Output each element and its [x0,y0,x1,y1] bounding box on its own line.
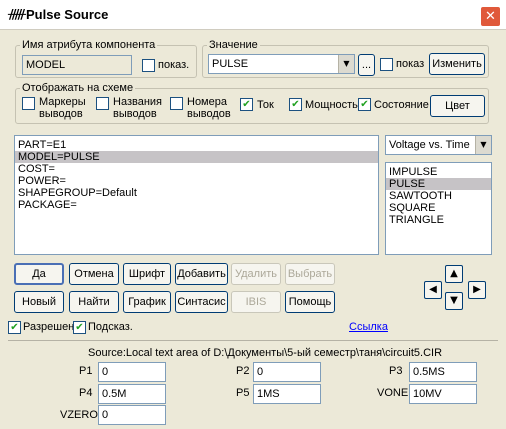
vone-field[interactable]: 10MV [409,384,477,404]
p5-field[interactable]: 1MS [253,384,321,404]
p4-label: P4 [79,387,93,399]
power-label: Мощность [305,99,358,111]
attribute-show-label: показ. [158,59,190,71]
power-checkbox[interactable]: ✔ [289,98,302,111]
list-item[interactable]: COST= [15,163,378,175]
value-dropdown[interactable]: PULSE [208,54,355,74]
p5-label: P5 [236,387,250,399]
link-reference[interactable]: Ссылка [349,321,388,333]
chevron-down-icon[interactable]: ▼ [475,136,491,154]
syntax-button[interactable]: Синтасис [175,291,228,313]
p4-field[interactable]: 0.5M [98,384,166,404]
vzero-field[interactable]: 0 [98,405,166,425]
p2-label: P2 [236,365,250,377]
move-up-icon[interactable]: ▲ [445,265,463,283]
waveform-item[interactable]: TRIANGLE [386,214,491,226]
waveform-item[interactable]: SQUARE [386,202,491,214]
pin-numbers-label: Номера выводов [187,96,231,120]
separator [8,340,498,341]
display-group-label: Отображать на схеме [20,82,136,94]
vzero-label: VZERO [60,409,98,421]
move-left-icon[interactable]: ◀ [424,281,442,299]
enabled-checkbox[interactable]: ✔ [8,321,21,334]
p2-field[interactable]: 0 [253,362,321,382]
attribute-name-group-label: Имя атрибута компонента [20,39,158,51]
pin-numbers-checkbox[interactable] [170,97,183,110]
pin-names-label: Названия выводов [113,96,162,120]
value-dropdown-text: PULSE [212,58,249,70]
vone-label: VONE [377,387,409,399]
enabled-label: Разрешен [23,321,75,333]
list-item-selected[interactable]: MODEL=PULSE [15,151,378,163]
list-item[interactable]: SHAPEGROUP=Default [15,187,378,199]
component-icon: ᚏ [8,7,26,22]
plot-type-text: Voltage vs. Time [389,139,470,151]
change-button[interactable]: Изменить [429,53,485,75]
close-button[interactable]: ✕ [480,6,501,27]
window-title: Pulse Source [26,7,109,22]
pin-markers-label: Маркеры выводов [39,96,86,120]
list-item[interactable]: PART=E1 [15,139,378,151]
select-button[interactable]: Выбрать [285,263,335,285]
move-down-icon[interactable]: ▼ [445,292,463,310]
add-button[interactable]: Добавить [175,263,228,285]
p3-field[interactable]: 0.5MS [409,362,477,382]
help-button[interactable]: Помощь [285,291,335,313]
value-group-label: Значение [207,39,260,51]
browse-button[interactable]: ... [358,54,375,76]
waveform-item[interactable]: IMPULSE [386,166,491,178]
attribute-name-field[interactable]: MODEL [22,55,132,75]
p1-label: P1 [79,365,93,377]
new-button[interactable]: Новый [14,291,64,313]
p1-field[interactable]: 0 [98,362,166,382]
current-label: Ток [257,99,274,111]
hints-label: Подсказ. [88,321,133,333]
waveform-list[interactable]: IMPULSE PULSE SAWTOOTH SQUARE TRIANGLE [385,162,492,255]
waveform-item[interactable]: SAWTOOTH [386,190,491,202]
cancel-button[interactable]: Отмена [69,263,119,285]
ok-button[interactable]: Да [14,263,64,285]
pin-names-checkbox[interactable] [96,97,109,110]
current-checkbox[interactable]: ✔ [240,98,253,111]
pulse-source-dialog: ᚏ Pulse Source ✕ Имя атрибута компонента… [0,0,506,429]
plot-button[interactable]: График [123,291,171,313]
chevron-down-icon[interactable]: ▼ [338,55,354,73]
source-text: Source:Local text area of D:\Документы\5… [88,347,443,359]
move-right-icon[interactable]: ▶ [468,281,486,299]
p3-label: P3 [389,365,403,377]
attributes-list[interactable]: PART=E1 MODEL=PULSE COST= POWER= SHAPEGR… [14,135,379,255]
color-button[interactable]: Цвет [430,95,485,117]
title-bar[interactable]: ᚏ Pulse Source ✕ [0,0,506,30]
pin-markers-checkbox[interactable] [22,97,35,110]
list-item[interactable]: PACKAGE= [15,199,378,211]
ibis-button[interactable]: IBIS [231,291,281,313]
state-label: Состояние [374,99,429,111]
font-button[interactable]: Шрифт [123,263,171,285]
value-show-checkbox[interactable] [380,58,393,71]
list-item[interactable]: POWER= [15,175,378,187]
hints-checkbox[interactable]: ✔ [73,321,86,334]
state-checkbox[interactable]: ✔ [358,98,371,111]
waveform-item-selected[interactable]: PULSE [386,178,491,190]
attribute-show-checkbox[interactable] [142,59,155,72]
delete-button[interactable]: Удалить [231,263,281,285]
find-button[interactable]: Найти [69,291,119,313]
value-show-label: показ [396,58,425,70]
